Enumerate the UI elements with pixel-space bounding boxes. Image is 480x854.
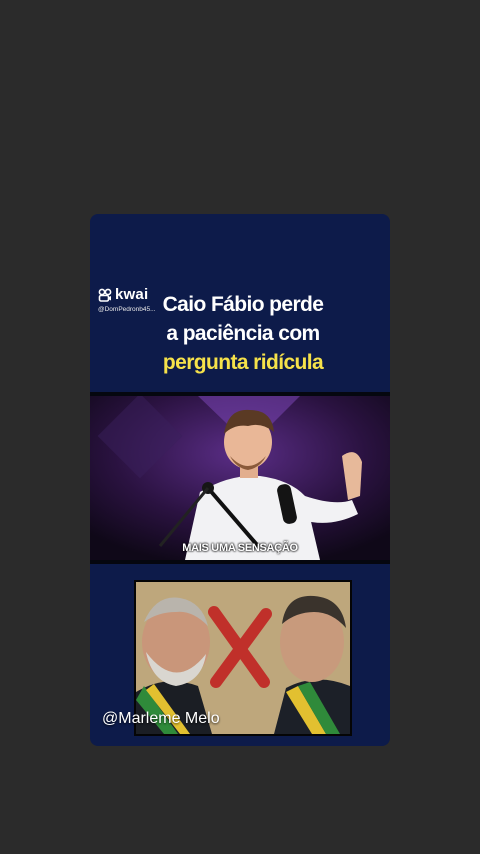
headline: Caio Fábio perde a paciência com pergunt… (150, 290, 336, 377)
video-scene (90, 396, 390, 560)
headline-line-1: Caio Fábio perde (162, 293, 324, 316)
video-caption: MAIS UMA SENSAÇÃO (182, 542, 298, 554)
watermark: @Marleme Melo (102, 710, 220, 727)
headline-line-2: a paciência com (166, 322, 320, 345)
kwai-brand-text: kwai (115, 286, 149, 303)
kwai-icon (98, 288, 112, 302)
story-card: kwai @DomPedronb45... Caio Fábio perde a… (90, 214, 390, 746)
kwai-logo: kwai (98, 286, 148, 303)
video-frame[interactable]: MAIS UMA SENSAÇÃO (90, 392, 390, 564)
headline-line-3: pergunta ridícula (162, 351, 324, 374)
